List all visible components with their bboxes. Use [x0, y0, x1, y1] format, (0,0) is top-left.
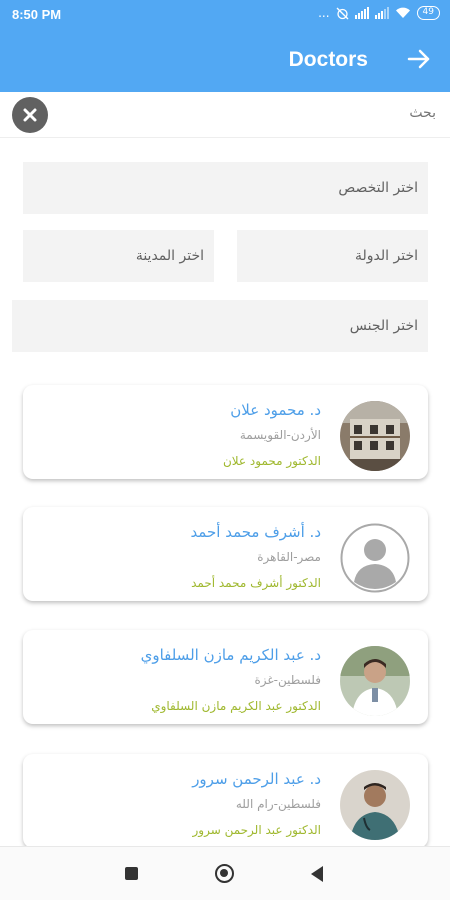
doctor-location: فلسطين-غزة: [254, 673, 321, 687]
building-photo-icon: [340, 401, 410, 471]
clear-search-button[interactable]: [12, 97, 48, 133]
doctor-subtitle: الدكتور أشرف محمد أحمد: [191, 576, 321, 590]
circle-icon[interactable]: [215, 864, 234, 883]
person-photo-icon: [340, 770, 410, 840]
doctor-name: د. محمود علان: [230, 401, 321, 419]
alarm-off-icon: [336, 7, 349, 19]
close-icon: [23, 108, 37, 122]
doctor-location: مصر-القاهرة: [257, 550, 321, 564]
doctor-avatar: [340, 523, 410, 593]
doctor-card[interactable]: د. أشرف محمد أحمد مصر-القاهرة الدكتور أش…: [23, 507, 428, 601]
doctor-card[interactable]: د. عبد الكريم مازن السلفاوي فلسطين-غزة ا…: [23, 630, 428, 724]
gender-label: اختر الجنس: [349, 318, 418, 334]
doctor-name: د. عبد الرحمن سرور: [192, 770, 321, 788]
notification-dots: ...: [318, 6, 330, 20]
doctor-avatar: [340, 401, 410, 471]
specialty-dropdown[interactable]: اختر التخصص: [23, 162, 428, 214]
city-dropdown[interactable]: اختر المدينة: [23, 230, 214, 282]
city-label: اختر المدينة: [135, 248, 204, 264]
doctor-name: د. أشرف محمد أحمد: [190, 523, 321, 541]
status-icons: ... 49: [318, 6, 440, 20]
signal-icon-2: [374, 7, 389, 19]
doctor-location: فلسطين-رام الله: [235, 797, 321, 811]
search-bar: [0, 92, 450, 138]
doctor-card[interactable]: د. عبد الرحمن سرور فلسطين-رام الله الدكت…: [23, 754, 428, 848]
doctor-card[interactable]: د. محمود علان الأردن-القويسمة الدكتور مح…: [23, 385, 428, 479]
triangle-back-icon[interactable]: [311, 866, 323, 882]
country-label: اختر الدولة: [355, 248, 418, 264]
specialty-label: اختر التخصص: [338, 180, 418, 196]
signal-icon: [354, 7, 369, 19]
gender-dropdown[interactable]: اختر الجنس: [12, 300, 428, 352]
doctor-subtitle: الدكتور محمود علان: [222, 454, 321, 468]
page-title: Doctors: [288, 48, 368, 71]
doctor-avatar: [340, 770, 410, 840]
arrow-right-icon[interactable]: [406, 46, 432, 72]
person-photo-icon: [340, 646, 410, 716]
system-nav-bar: [0, 846, 450, 900]
status-time: 8:50 PM: [12, 7, 62, 22]
status-bar: 8:50 PM ... 49: [0, 0, 450, 30]
doctor-subtitle: الدكتور عبد الرحمن سرور: [192, 823, 321, 837]
doctor-location: الأردن-القويسمة: [239, 428, 321, 442]
doctor-avatar: [340, 646, 410, 716]
doctor-name: د. عبد الكريم مازن السلفاوي: [140, 646, 321, 664]
search-input[interactable]: [96, 105, 436, 121]
app-bar: Doctors: [0, 30, 450, 92]
square-icon[interactable]: [125, 867, 138, 880]
wifi-icon: [395, 7, 410, 19]
default-person-icon: [340, 523, 410, 593]
doctor-subtitle: الدكتور عبد الكريم مازن السلفاوي: [151, 699, 321, 713]
battery-indicator: 49: [416, 6, 440, 20]
country-dropdown[interactable]: اختر الدولة: [237, 230, 428, 282]
